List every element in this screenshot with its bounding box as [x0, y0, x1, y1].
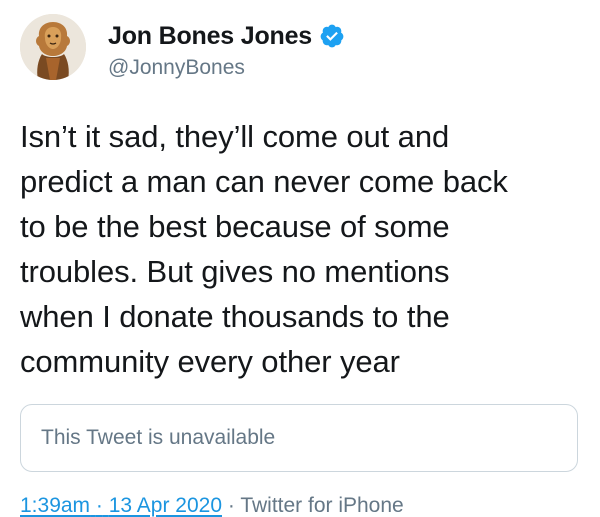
source-separator: ·: [227, 494, 235, 517]
display-name[interactable]: Jon Bones Jones: [108, 22, 312, 51]
name-row: Jon Bones Jones: [108, 19, 345, 53]
tweet-footer: 1:39am · 13 Apr 2020 · Twitter for iPhon…: [20, 494, 580, 517]
user-handle[interactable]: @JonnyBones: [108, 56, 345, 80]
tweet-card: Jon Bones Jones @JonnyBones Isn’t it sad…: [0, 0, 600, 517]
tweet-date: 13 Apr 2020: [108, 494, 222, 517]
tweet-text-line: troubles. But gives no mentions: [20, 254, 450, 289]
tweet-text-line: to be the best because of some: [20, 209, 450, 244]
tweet-text-line: when I donate thousands to the: [20, 299, 450, 334]
user-names: Jon Bones Jones @JonnyBones: [108, 14, 345, 80]
tweet-text-line: community every other year: [20, 344, 400, 379]
verified-badge-icon: [319, 23, 345, 49]
tweet-timestamp-link[interactable]: 1:39am · 13 Apr 2020: [20, 494, 222, 517]
date-separator: ·: [95, 494, 103, 517]
tweet-text-line: Isn’t it sad, they’ll come out and: [20, 119, 450, 154]
quoted-tweet-box[interactable]: This Tweet is unavailable: [20, 404, 578, 472]
tweet-text: Isn’t it sad, they’ll come out and predi…: [20, 114, 585, 384]
tweet-time: 1:39am: [20, 494, 91, 517]
quoted-tweet-unavailable-text: This Tweet is unavailable: [41, 426, 276, 449]
avatar[interactable]: [20, 14, 86, 80]
avatar-image: [20, 14, 86, 80]
tweet-source: Twitter for iPhone: [240, 494, 404, 517]
tweet-header: Jon Bones Jones @JonnyBones: [20, 14, 580, 84]
tweet-text-line: predict a man can never come back: [20, 164, 508, 199]
